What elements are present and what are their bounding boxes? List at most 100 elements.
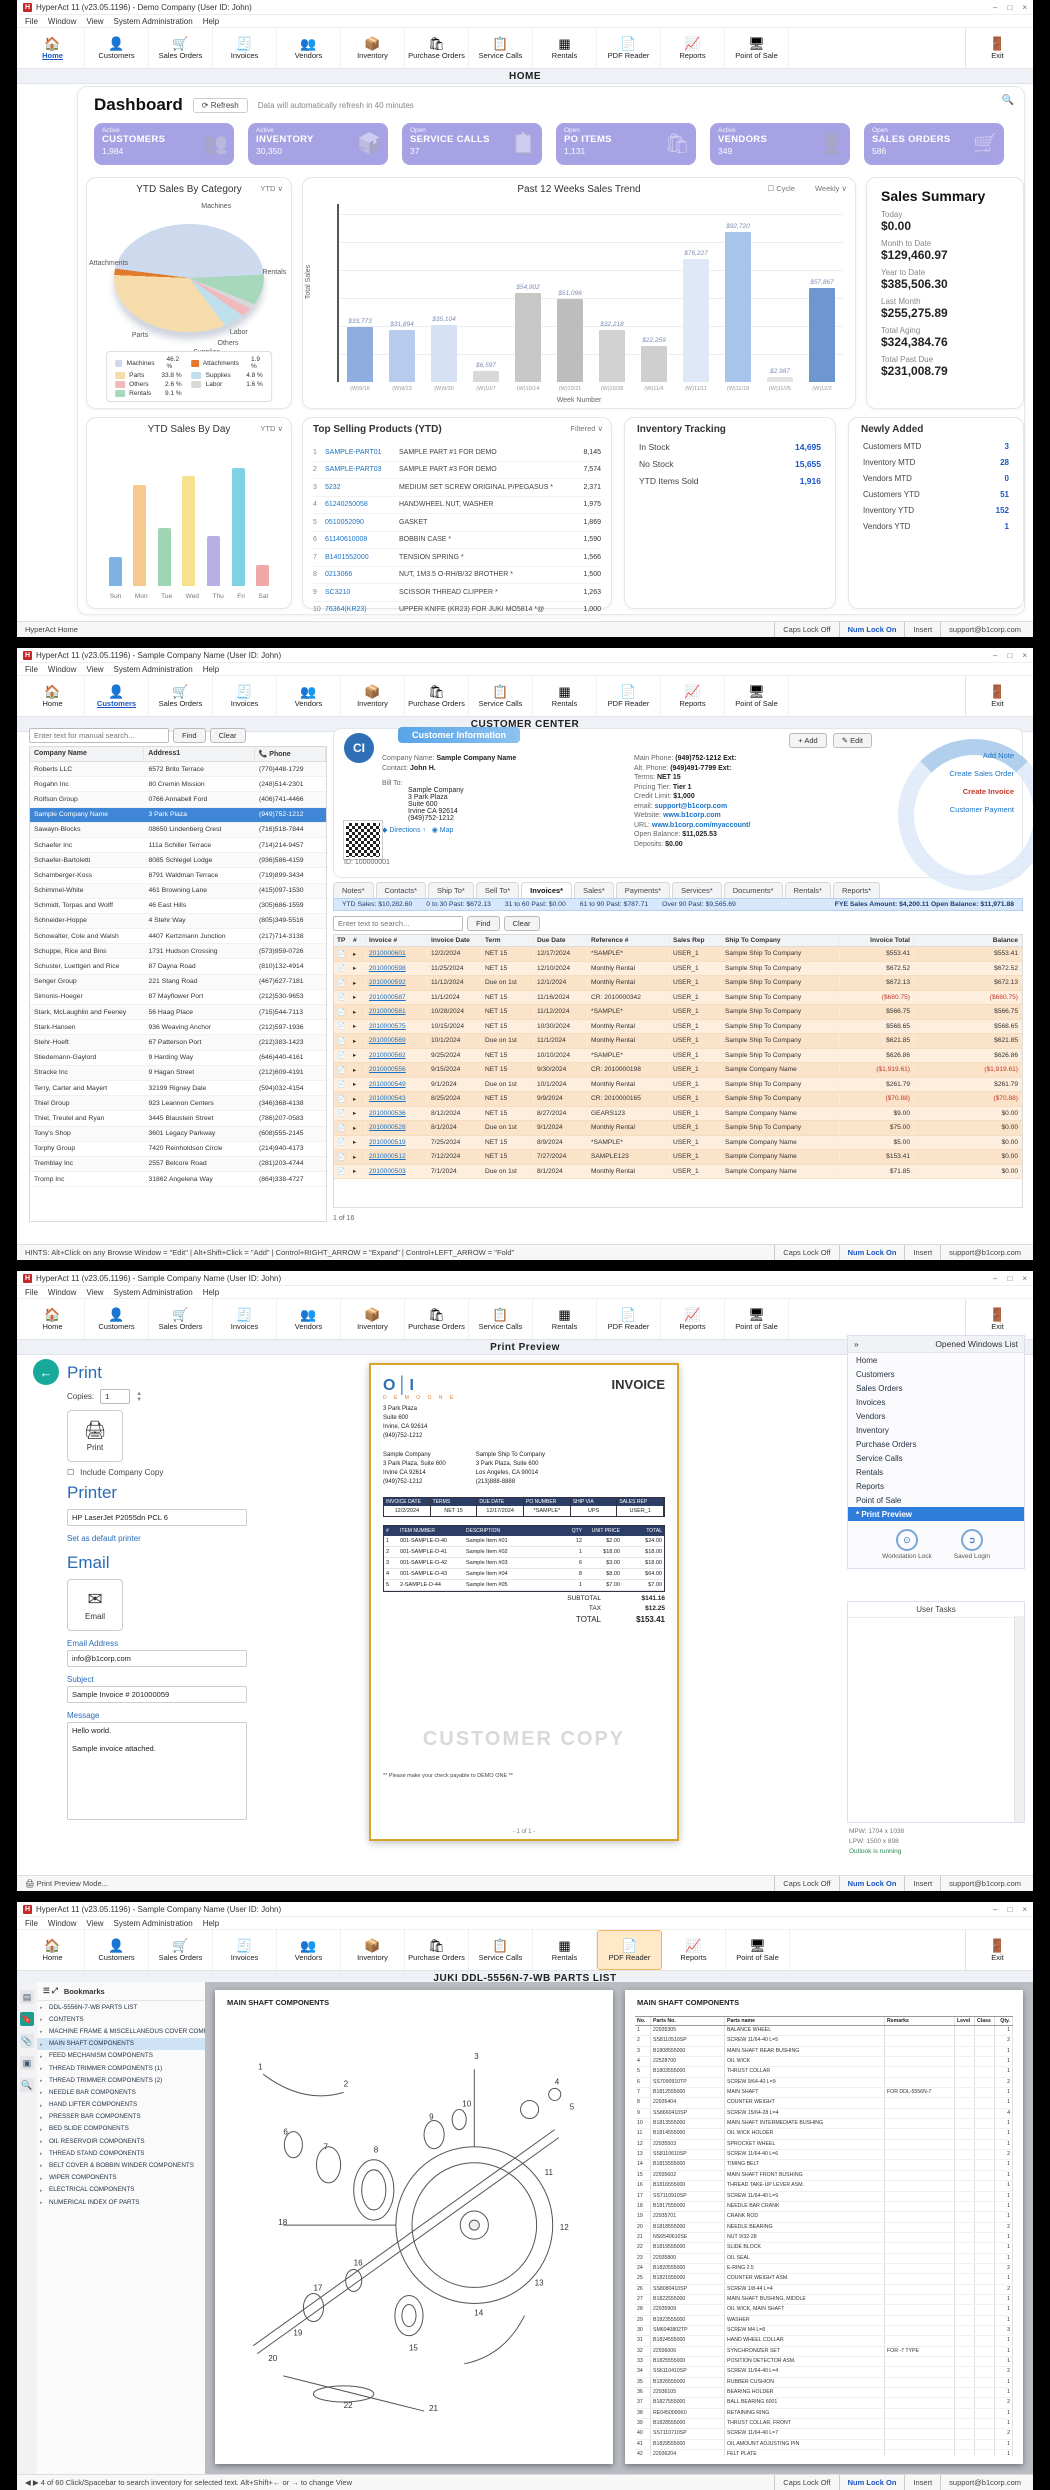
invoice-column-header[interactable]: TP [334, 935, 350, 946]
toolbar-inventory[interactable]: 📦Inventory [341, 1299, 405, 1339]
invoice-row[interactable]: 📄▸201000058110/28/2024NET 1511/12/2024*S… [334, 1005, 1022, 1020]
invoice-column-header[interactable]: Sales Rep [670, 935, 722, 946]
toolbar-invoices[interactable]: 🧾Invoices [213, 1930, 277, 1970]
menu-item-view[interactable]: View [86, 17, 103, 26]
toolbar-exit[interactable]: 🚪Exit [965, 1930, 1029, 1970]
toolbar-home[interactable]: 🏠Home [21, 1930, 85, 1970]
toolbar-pdf-reader[interactable]: 📄PDF Reader [597, 1299, 661, 1339]
invoice-search-input[interactable] [333, 916, 463, 931]
toolbar-exit[interactable]: 🚪Exit [965, 1299, 1029, 1339]
bookmark-item[interactable]: OIL RESERVOIR COMPONENTS [37, 2135, 205, 2147]
toolbar-vendors[interactable]: 👥Vendors [277, 28, 341, 68]
customer-row[interactable]: Rogahn Inc80 Cremin Mission(248)514-2301 [30, 777, 326, 792]
customer-row[interactable]: Sawayn-Blocks08650 Lindenberg Crest(716)… [30, 823, 326, 838]
customer-row[interactable]: Stark-Hansen936 Weaving Anchor(212)597-1… [30, 1020, 326, 1035]
directions-link[interactable]: ◆ Directions ↑ [382, 827, 426, 834]
invoice-column-header[interactable]: # [350, 935, 366, 946]
invoice-expand-icon[interactable]: ▸ [350, 1093, 366, 1105]
filter-dropdown[interactable]: Filtered ∨ [570, 424, 603, 433]
invoice-column-header[interactable]: Invoice Date [428, 935, 482, 946]
menu-item-help[interactable]: Help [203, 1919, 219, 1928]
toolbar-purchase-orders[interactable]: 🛍Purchase Orders [405, 28, 469, 68]
tab-ship-to[interactable]: Ship To* [428, 882, 474, 898]
menu-item-file[interactable]: File [25, 665, 38, 674]
customer-row[interactable]: Schuster, Luettgen and Rice87 Dayna Road… [30, 959, 326, 974]
toolbar-purchase-orders[interactable]: 🛍Purchase Orders [405, 1299, 469, 1339]
tab-payments[interactable]: Payments* [616, 882, 670, 898]
edit-button[interactable]: ✎ Edit [833, 733, 872, 748]
customer-row[interactable]: Stark, McLaughlin and Feeney56 Haag Plac… [30, 1005, 326, 1020]
menu-item-system-administration[interactable]: System Administration [114, 1919, 193, 1928]
collapse-icon[interactable]: » [854, 1339, 859, 1349]
toolbar-sales-orders[interactable]: 🛒Sales Orders [149, 1930, 213, 1970]
customer-row[interactable]: Thiel Group923 Leannon Centers(346)368-4… [30, 1096, 326, 1111]
toolbar-invoices[interactable]: 🧾Invoices [213, 28, 277, 68]
opened-window-item[interactable]: Rentals [848, 1465, 1024, 1479]
customer-row[interactable]: Schaefer Inc111a Schiller Terrace(714)21… [30, 838, 326, 853]
menu-item-view[interactable]: View [86, 1288, 103, 1297]
toolbar-service-calls[interactable]: 📋Service Calls [469, 1930, 533, 1970]
default-printer-link[interactable]: Set as default printer [67, 1534, 267, 1543]
invoice-row[interactable]: 📄▸20100005197/25/2024NET 158/9/2024*SAMP… [334, 1136, 1022, 1151]
tab-notes[interactable]: Notes* [333, 882, 374, 898]
invoice-expand-icon[interactable]: ▸ [350, 1136, 366, 1148]
invoice-number[interactable]: 2010000601 [366, 948, 428, 959]
action-link-create-sales-order[interactable]: Create Sales Order [949, 769, 1014, 778]
toolbar-invoices[interactable]: 🧾Invoices [213, 676, 277, 716]
close-button[interactable]: × [1022, 1274, 1027, 1283]
invoice-row[interactable]: 📄▸201000057510/15/2024NET 1510/30/2024Mo… [334, 1020, 1022, 1035]
minimize-button[interactable]: – [993, 651, 997, 660]
customer-row[interactable]: Schaefer-Bartoletti8085 Schlegel Lodge(9… [30, 853, 326, 868]
opened-window-item[interactable]: Reports [848, 1479, 1024, 1493]
product-code[interactable]: SAMPLE-PART01 [325, 449, 399, 456]
invoice-number[interactable]: 2010000556 [366, 1064, 428, 1075]
product-code[interactable]: B1401552000 [325, 554, 399, 561]
opened-window-item[interactable]: * Print Preview [848, 1507, 1024, 1521]
menu-item-file[interactable]: File [25, 1288, 38, 1297]
invoice-row[interactable]: 📄▸20100005438/25/2024NET 159/9/2024CR: 2… [334, 1092, 1022, 1107]
toolbar-service-calls[interactable]: 📋Service Calls [469, 676, 533, 716]
thumbnails-icon[interactable]: ▤ [20, 1990, 34, 2004]
toolbar-sales-orders[interactable]: 🛒Sales Orders [149, 28, 213, 68]
opened-window-item[interactable]: Purchase Orders [848, 1437, 1024, 1451]
minimize-button[interactable]: – [993, 1274, 997, 1283]
toolbar-reports[interactable]: 📈Reports [661, 28, 725, 68]
close-button[interactable]: × [1022, 3, 1027, 12]
bookmarks-tools[interactable]: ☰ ⤢ [43, 1986, 58, 1996]
tab-rentals[interactable]: Rentals* [785, 882, 831, 898]
invoice-number[interactable]: 2010000528 [366, 1122, 428, 1133]
maximize-button[interactable]: □ [1007, 3, 1012, 12]
toolbar-inventory[interactable]: 📦Inventory [341, 676, 405, 716]
toolbar-rentals[interactable]: ▦Rentals [533, 28, 597, 68]
menu-item-help[interactable]: Help [203, 1288, 219, 1297]
toolbar-inventory[interactable]: 📦Inventory [341, 1930, 405, 1970]
menu-item-help[interactable]: Help [203, 17, 219, 26]
maximize-button[interactable]: □ [1007, 1905, 1012, 1914]
customer-row[interactable]: Terry, Carter and Mayert32199 Rigney Dal… [30, 1081, 326, 1096]
tab-sales[interactable]: Sales* [574, 882, 614, 898]
back-button[interactable]: ← [33, 1359, 59, 1385]
search-icon[interactable]: 🔍 [20, 2078, 34, 2092]
frequency-dropdown[interactable]: Weekly ∨ [815, 184, 847, 193]
action-link-add-note[interactable]: Add Note [949, 751, 1014, 760]
maximize-button[interactable]: □ [1007, 1274, 1012, 1283]
menu-item-file[interactable]: File [25, 17, 38, 26]
toolbar-pdf-reader[interactable]: 📄PDF Reader [597, 28, 661, 68]
bookmark-item[interactable]: MAIN SHAFT COMPONENTS [37, 2038, 205, 2050]
add-button[interactable]: + Add [789, 733, 826, 748]
invoice-row[interactable]: 📄▸20100005368/12/2024NET 158/27/2024GEAR… [334, 1107, 1022, 1122]
day-range-dropdown[interactable]: YTD ∨ [260, 424, 283, 433]
layers-icon[interactable]: ▣ [20, 2056, 34, 2070]
toolbar-customers[interactable]: 👤Customers [85, 1299, 149, 1339]
toolbar-purchase-orders[interactable]: 🛍Purchase Orders [405, 1930, 469, 1970]
bookmark-item[interactable]: WIPER COMPONENTS [37, 2172, 205, 2184]
bookmark-item[interactable]: BED SLIDE COMPONENTS [37, 2123, 205, 2135]
invoice-number[interactable]: 2010000536 [366, 1108, 428, 1119]
email-button[interactable]: ✉ Email [67, 1579, 123, 1631]
invoice-expand-icon[interactable]: ▸ [350, 991, 366, 1003]
close-button[interactable]: × [1022, 1905, 1027, 1914]
invoice-expand-icon[interactable]: ▸ [350, 1006, 366, 1018]
tab-invoices[interactable]: Invoices* [521, 882, 572, 898]
bookmark-item[interactable]: NEEDLE BAR COMPONENTS [37, 2086, 205, 2098]
tab-sell-to[interactable]: Sell To* [476, 882, 519, 898]
